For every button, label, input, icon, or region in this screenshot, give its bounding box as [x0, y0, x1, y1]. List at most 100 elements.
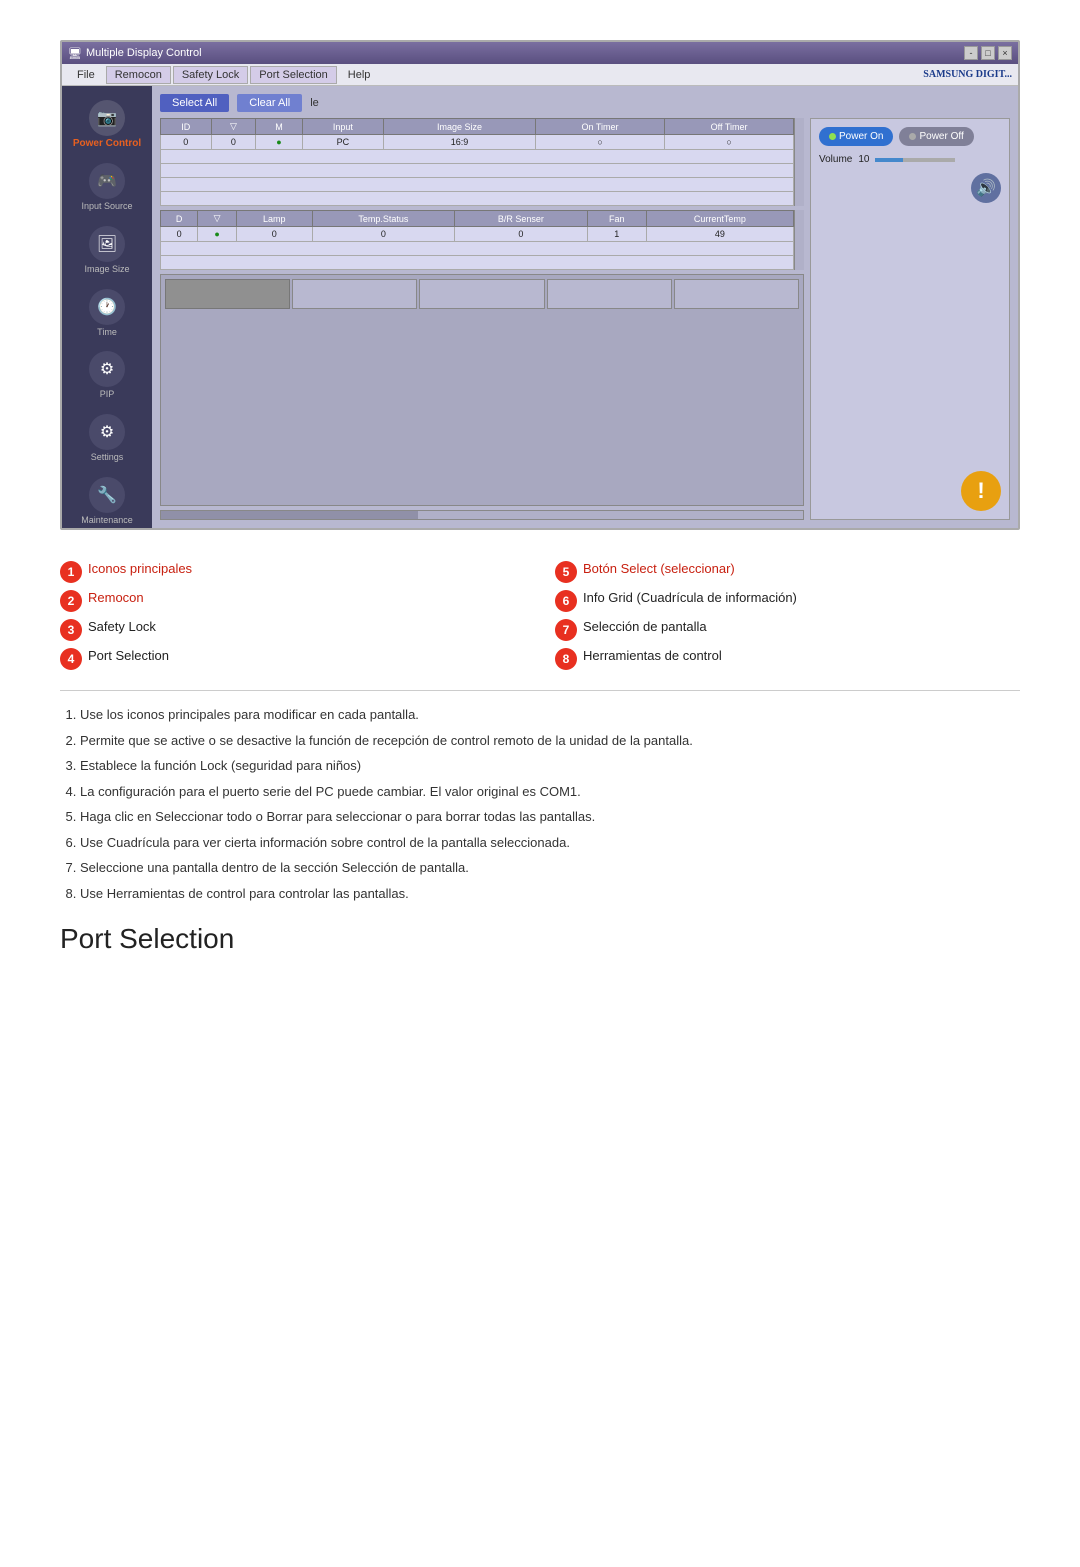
sidebar-item-maintenance[interactable]: 🔧 Maintenance	[67, 471, 147, 530]
legend-badge-8: 8	[555, 648, 577, 670]
bcol-curtemp: CurrentTemp	[646, 211, 793, 227]
menu-safety-lock[interactable]: Safety Lock	[173, 66, 248, 84]
legend-badge-6: 6	[555, 590, 577, 612]
close-button[interactable]: ×	[998, 46, 1012, 60]
legend-badge-1: 1	[60, 561, 82, 583]
cell-m: ●	[256, 135, 302, 150]
legend-text-8: Herramientas de control	[583, 647, 722, 665]
bcell-lamp: 0	[236, 227, 312, 242]
cell-input: PC	[302, 135, 384, 150]
power-on-dot	[829, 133, 836, 140]
power-off-button[interactable]: Power Off	[899, 127, 973, 146]
select-all-button[interactable]: Select All	[160, 94, 229, 112]
legend-badge-4: 4	[60, 648, 82, 670]
volume-row: Volume 10	[819, 154, 1001, 165]
screen-cell-5[interactable]	[674, 279, 799, 309]
input-source-icon: 🎮	[89, 163, 125, 199]
instruction-4: La configuración para el puerto serie de…	[80, 782, 1020, 802]
col-image-size: Image Size	[384, 119, 536, 135]
table-row[interactable]	[161, 150, 794, 164]
table-row[interactable]	[161, 192, 794, 206]
screen-cell-3[interactable]	[419, 279, 544, 309]
table-row[interactable]: 0 ● 0 0 0 1 49	[161, 227, 794, 242]
volume-slider[interactable]	[875, 158, 955, 162]
right-panel: Select All Clear All le ID	[152, 86, 1018, 528]
legend-text-5: Botón Select (seleccionar)	[583, 560, 735, 578]
maximize-button[interactable]: □	[981, 46, 995, 60]
screen-cell-4[interactable]	[547, 279, 672, 309]
bcol-arr: ▽	[198, 211, 236, 227]
bottom-table-container: D ▽ Lamp Temp.Status B/R Senser Fan Curr…	[160, 210, 804, 270]
col-id: ID	[161, 119, 212, 135]
sidebar-item-power-control[interactable]: 📷 Power Control	[67, 94, 147, 155]
screen-cell-1[interactable]	[165, 279, 290, 309]
minimize-button[interactable]: -	[964, 46, 978, 60]
bcell-arr: ●	[198, 227, 236, 242]
table-row[interactable]	[161, 178, 794, 192]
sidebar-item-settings[interactable]: ⚙ Settings	[67, 408, 147, 469]
sidebar-item-time[interactable]: 🕐 Time	[67, 283, 147, 344]
legend-right: 5 Botón Select (seleccionar) 6 Info Grid…	[555, 560, 1020, 670]
instruction-1: Use los iconos principales para modifica…	[80, 705, 1020, 725]
table-row[interactable]: 0 0 ● PC 16:9 ○ ○	[161, 135, 794, 150]
main-content: 📷 Power Control 🎮 Input Source 🖼 Image S…	[62, 86, 1018, 528]
sidebar-item-pip[interactable]: ⚙ PIP	[67, 345, 147, 406]
legend-text-2: Remocon	[88, 589, 144, 607]
bcol-temp: Temp.Status	[312, 211, 454, 227]
power-buttons: Power On Power Off	[819, 127, 1001, 146]
table-row[interactable]	[161, 256, 794, 270]
sidebar-item-input-source[interactable]: 🎮 Input Source	[67, 157, 147, 218]
scrollbar-horizontal[interactable]	[160, 510, 804, 520]
grid-area: ID ▽ M Input Image Size On Timer Off Tim…	[160, 118, 1010, 520]
toolbar-label: le	[310, 97, 319, 109]
scrollbar-vertical[interactable]	[794, 118, 804, 206]
table-row[interactable]	[161, 164, 794, 178]
legend-grid: 1 Iconos principales 2 Remocon 3 Safety …	[60, 560, 1020, 670]
titlebar: 🖥 Multiple Display Control - □ ×	[62, 42, 1018, 64]
titlebar-left: 🖥 Multiple Display Control	[68, 47, 202, 60]
menu-port-selection[interactable]: Port Selection	[250, 66, 336, 84]
maintenance-icon: 🔧	[89, 477, 125, 513]
legend-item-6: 6 Info Grid (Cuadrícula de información)	[555, 589, 1020, 612]
bcol-fan: Fan	[587, 211, 646, 227]
menu-file[interactable]: File	[68, 66, 104, 84]
bottom-table: D ▽ Lamp Temp.Status B/R Senser Fan Curr…	[160, 210, 794, 270]
instruction-5: Haga clic en Seleccionar todo o Borrar p…	[80, 807, 1020, 827]
legend-badge-3: 3	[60, 619, 82, 641]
power-on-button[interactable]: Power On	[819, 127, 893, 146]
top-table-container: ID ▽ M Input Image Size On Timer Off Tim…	[160, 118, 804, 206]
instruction-7: Seleccione una pantalla dentro de la sec…	[80, 858, 1020, 878]
scrollbar-bottom[interactable]	[794, 210, 804, 270]
top-table: ID ▽ M Input Image Size On Timer Off Tim…	[160, 118, 794, 206]
menu-help[interactable]: Help	[339, 66, 380, 84]
volume-label: Volume	[819, 154, 852, 165]
sidebar-item-image-size[interactable]: 🖼 Image Size	[67, 220, 147, 281]
sidebar-power-label: Power Control	[73, 138, 141, 149]
sidebar-imagesize-label: Image Size	[84, 264, 129, 275]
clear-all-button[interactable]: Clear All	[237, 94, 302, 112]
legend-left: 1 Iconos principales 2 Remocon 3 Safety …	[60, 560, 525, 670]
legend-text-1: Iconos principales	[88, 560, 192, 578]
table-row[interactable]	[161, 242, 794, 256]
legend-text-4: Port Selection	[88, 647, 169, 665]
bcol-d: D	[161, 211, 198, 227]
numbered-list: Use los iconos principales para modifica…	[60, 705, 1020, 903]
control-panel: Power On Power Off Volume 10	[810, 118, 1010, 520]
legend-item-7: 7 Selección de pantalla	[555, 618, 1020, 641]
volume-button[interactable]: 🔊	[971, 173, 1001, 203]
screen-cell-2[interactable]	[292, 279, 417, 309]
sidebar-pip-label: PIP	[100, 389, 115, 400]
menubar: File Remocon Safety Lock Port Selection …	[62, 64, 1018, 86]
legend-text-6: Info Grid (Cuadrícula de información)	[583, 589, 797, 607]
col-arrow: ▽	[211, 119, 256, 135]
bcell-curtemp: 49	[646, 227, 793, 242]
titlebar-controls[interactable]: - □ ×	[964, 46, 1012, 60]
cell-ontimer: ○	[535, 135, 664, 150]
app-title: Multiple Display Control	[86, 47, 202, 59]
cell-id: 0	[161, 135, 212, 150]
tables-section: ID ▽ M Input Image Size On Timer Off Tim…	[160, 118, 804, 520]
power-off-dot	[909, 133, 916, 140]
instruction-8: Use Herramientas de control para control…	[80, 884, 1020, 904]
legend-badge-7: 7	[555, 619, 577, 641]
menu-remocon[interactable]: Remocon	[106, 66, 171, 84]
